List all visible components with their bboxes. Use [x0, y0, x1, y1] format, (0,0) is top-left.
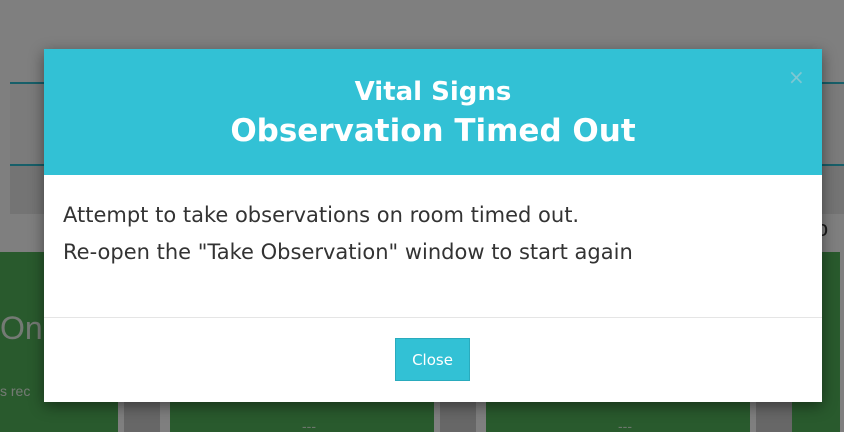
dialog-header: Vital Signs Observation Timed Out ×: [44, 49, 822, 175]
close-icon[interactable]: ×: [788, 67, 805, 87]
dialog-subtitle: Vital Signs: [354, 77, 512, 107]
dialog-body: Attempt to take observations on room tim…: [44, 175, 822, 317]
dialog-message: Re-open the "Take Observation" window to…: [63, 240, 633, 264]
timeout-dialog: Vital Signs Observation Timed Out × Atte…: [44, 49, 822, 402]
dialog-footer: Close: [44, 318, 822, 402]
dialog-title: Observation Timed Out: [230, 113, 636, 149]
close-button[interactable]: Close: [395, 338, 470, 381]
dialog-message: Attempt to take observations on room tim…: [63, 203, 580, 227]
